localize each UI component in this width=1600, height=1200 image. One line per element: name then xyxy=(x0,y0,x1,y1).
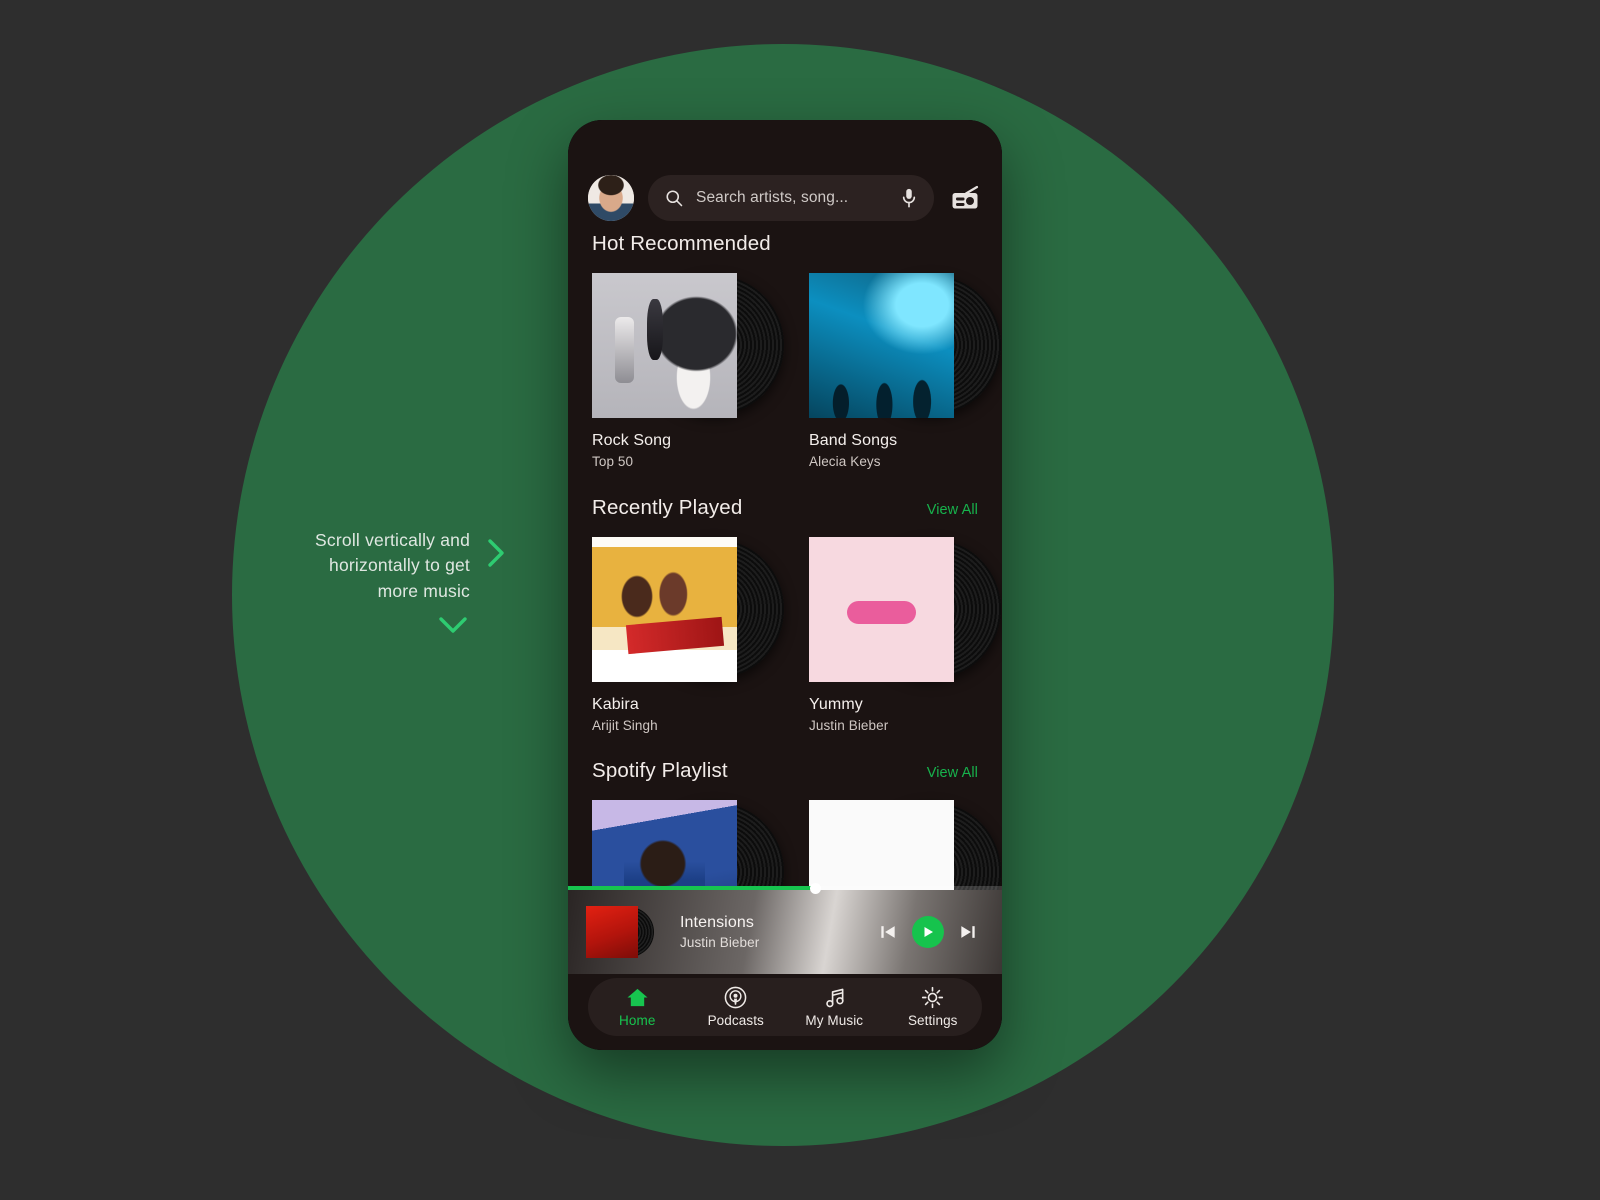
progress-fill xyxy=(568,886,816,890)
album-art xyxy=(809,537,954,682)
now-playing-art xyxy=(586,906,654,958)
card-title: Yummy xyxy=(809,696,863,713)
play-button[interactable] xyxy=(912,916,944,948)
nav-item-my-music[interactable]: My Music xyxy=(785,987,884,1028)
card-subtitle: Top 50 xyxy=(592,454,634,469)
gear-icon xyxy=(921,986,944,1009)
card-meta: Kabira Arijit Singh xyxy=(592,696,737,733)
card-row[interactable]: Rock Song Top 50 Band Songs Alecia Keys xyxy=(568,273,1002,469)
card-meta: Band Songs Alecia Keys xyxy=(809,432,954,469)
avatar-image xyxy=(588,175,634,221)
music-note-icon xyxy=(823,987,846,1009)
chevron-right-icon xyxy=(488,539,504,567)
album-art-wrap xyxy=(592,273,784,418)
radio-icon[interactable] xyxy=(948,181,982,215)
album-art-wrap xyxy=(809,273,1001,418)
search-icon xyxy=(666,190,683,207)
media-card[interactable]: Kabira Arijit Singh xyxy=(592,537,784,733)
card-meta: Yummy Justin Bieber xyxy=(809,696,954,733)
user-avatar[interactable] xyxy=(588,175,634,221)
album-art xyxy=(592,273,737,418)
progress-knob[interactable] xyxy=(809,882,821,894)
bottom-navigation: Home Podcasts My Music Settings xyxy=(588,978,982,1036)
nav-item-settings[interactable]: Settings xyxy=(884,986,983,1028)
now-playing-title: Intensions xyxy=(680,914,754,931)
now-playing-artist: Justin Bieber xyxy=(680,935,760,950)
card-row[interactable]: Kabira Arijit Singh Yummy Justin Bieber xyxy=(568,537,1002,733)
nav-item-home[interactable]: Home xyxy=(588,987,687,1028)
card-subtitle: Arijit Singh xyxy=(592,718,658,733)
play-icon xyxy=(924,927,933,937)
card-title: Rock Song xyxy=(592,432,672,449)
card-title: Kabira xyxy=(592,696,639,713)
album-art-wrap xyxy=(809,537,1001,682)
nav-label: My Music xyxy=(805,1012,864,1028)
chevron-down-icon xyxy=(439,617,467,633)
album-art xyxy=(809,273,954,418)
section-title: Recently Played xyxy=(592,496,743,519)
skip-previous-icon[interactable] xyxy=(878,922,898,942)
app-screen: Search artists, song... Hot Recommended … xyxy=(568,120,1002,1050)
card-meta: Rock Song Top 50 xyxy=(592,432,737,469)
skip-next-icon[interactable] xyxy=(958,922,978,942)
section-title: Hot Recommended xyxy=(592,232,771,255)
nav-label: Podcasts xyxy=(707,1012,764,1028)
nav-label: Home xyxy=(619,1012,656,1028)
phone-frame: Search artists, song... Hot Recommended … xyxy=(568,120,1002,1050)
now-playing-bar[interactable]: Intensions Justin Bieber xyxy=(568,882,1002,974)
search-placeholder: Search artists, song... xyxy=(696,189,849,206)
section-hot-recommended: Hot Recommended Rock Song Top 50 Band So… xyxy=(568,232,1002,469)
nav-item-podcasts[interactable]: Podcasts xyxy=(687,986,786,1028)
card-subtitle: Alecia Keys xyxy=(809,454,881,469)
section-title: Spotify Playlist xyxy=(592,759,728,782)
progress-bar[interactable] xyxy=(568,882,1002,894)
now-playing-text: Intensions Justin Bieber xyxy=(680,914,864,950)
player-controls xyxy=(878,916,984,948)
search-input[interactable]: Search artists, song... xyxy=(648,175,934,221)
top-bar: Search artists, song... xyxy=(568,170,1002,226)
media-card[interactable]: Band Songs Alecia Keys xyxy=(809,273,1001,469)
section-header: Recently Played View All xyxy=(568,496,1002,520)
home-icon xyxy=(626,987,649,1009)
card-title: Band Songs xyxy=(809,432,898,449)
annotation-text: Scroll vertically and horizontally to ge… xyxy=(315,530,470,601)
microphone-icon[interactable] xyxy=(900,187,918,209)
media-card[interactable]: Rock Song Top 50 xyxy=(592,273,784,469)
album-art-wrap xyxy=(592,537,784,682)
podcast-icon xyxy=(724,986,747,1009)
section-recently-played: Recently Played View All Kabira Arijit S… xyxy=(568,496,1002,733)
section-header: Hot Recommended xyxy=(568,232,1002,256)
media-card[interactable]: Yummy Justin Bieber xyxy=(809,537,1001,733)
album-art xyxy=(592,537,737,682)
card-subtitle: Justin Bieber xyxy=(809,718,889,733)
section-header: Spotify Playlist View All xyxy=(568,759,1002,783)
nav-label: Settings xyxy=(907,1012,958,1028)
view-all-link[interactable]: View All xyxy=(927,765,978,781)
view-all-link[interactable]: View All xyxy=(927,502,978,518)
album-cover xyxy=(586,906,638,958)
